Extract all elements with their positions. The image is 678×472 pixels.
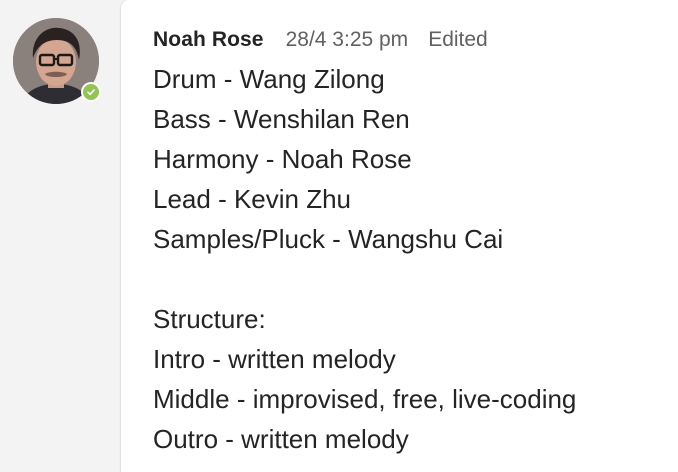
presence-status-dot [83,84,99,100]
avatar-container[interactable] [13,18,101,104]
message-header: Noah Rose 28/4 3:25 pm Edited [153,28,488,54]
message-line: Middle - improvised, free, live-coding [153,384,577,414]
message-line: Bass - Wenshilan Ren [153,104,410,134]
message-line: Drum - Wang Zilong [153,64,385,94]
chat-thread: Noah Rose 28/4 3:25 pm Edited Drum - Wan… [0,0,678,472]
message-line: Samples/Pluck - Wangshu Cai [153,224,504,254]
message-line: Harmony - Noah Rose [153,144,412,174]
edited-label: Edited [428,28,488,51]
checkmark-icon [87,89,95,96]
message-bubble[interactable]: Noah Rose 28/4 3:25 pm Edited Drum - Wan… [121,0,678,472]
presence-indicator [81,82,101,102]
author-name[interactable]: Noah Rose [153,28,264,52]
message-line: Lead - Kevin Zhu [153,184,352,214]
message-line: Outro - written melody [153,424,409,454]
message-line: Intro - written melody [153,344,396,374]
message-timestamp: 28/4 3:25 pm [285,28,409,51]
message-body: Drum - Wang Zilong Bass - Wenshilan Ren … [153,59,678,459]
message-line: Structure: [153,304,266,334]
